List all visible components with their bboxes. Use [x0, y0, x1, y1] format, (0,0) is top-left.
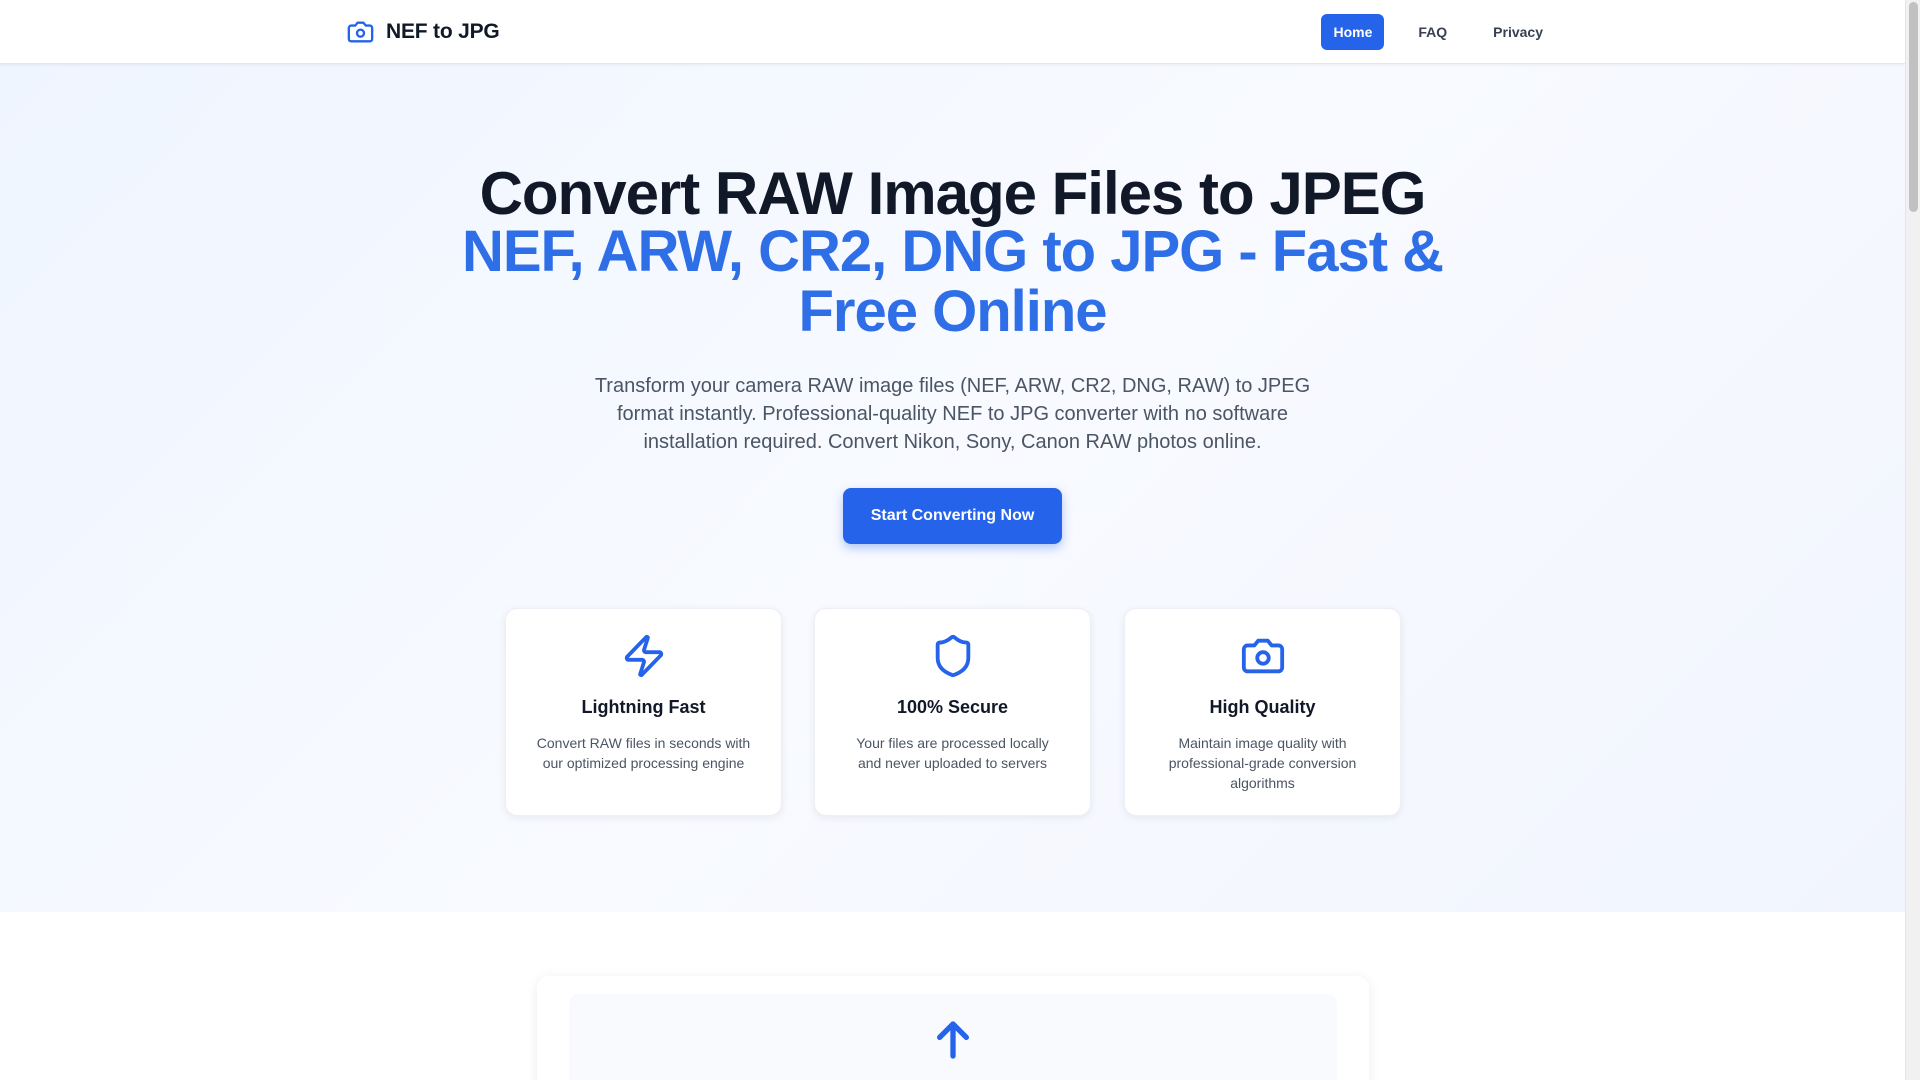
site-header: NEF to JPG Home FAQ Privacy: [0, 0, 1905, 64]
feature-description: Maintain image quality with professional…: [1168, 735, 1357, 791]
start-converting-button[interactable]: Start Converting Now: [843, 488, 1062, 544]
shield-icon: [935, 634, 970, 678]
hero-subtitle: NEF, ARW, CR2, DNG to JPG - Fast & Free …: [461, 219, 1444, 344]
feature-title: High Quality: [1209, 697, 1316, 717]
page-scrollbar[interactable]: [1905, 0, 1920, 1080]
main-nav: Home FAQ Privacy: [1311, 14, 1555, 50]
logo[interactable]: NEF to JPG: [345, 18, 500, 46]
feature-card-secure: 100% Secure Your files are processed loc…: [814, 608, 1091, 816]
upload-dropzone[interactable]: [569, 994, 1337, 1080]
logo-text: NEF to JPG: [386, 20, 500, 43]
nav-home[interactable]: Home: [1321, 14, 1385, 50]
hero-description: Transform your camera RAW image files (N…: [594, 375, 1311, 453]
lightning-icon: [624, 634, 663, 678]
upload-panel: [537, 976, 1369, 1080]
page: NEF to JPG Home FAQ Privacy Convert RAW …: [0, 0, 1905, 1080]
nav-faq[interactable]: FAQ: [1406, 14, 1459, 50]
feature-card-quality: High Quality Maintain image quality with…: [1124, 608, 1401, 816]
feature-description: Convert RAW files in seconds with our op…: [536, 735, 751, 771]
feature-cards: Lightning Fast Convert RAW files in seco…: [505, 608, 1401, 816]
camera-icon: [1241, 638, 1284, 674]
feature-description: Your files are processed locally and nev…: [856, 735, 1049, 771]
upload-arrow-icon: [937, 1021, 969, 1059]
hero-section: Convert RAW Image Files to JPEG NEF, ARW…: [0, 64, 1905, 912]
feature-title: 100% Secure: [896, 697, 1009, 717]
camera-icon: [347, 21, 374, 43]
feature-title: Lightning Fast: [581, 697, 706, 717]
feature-card-fast: Lightning Fast Convert RAW files in seco…: [505, 608, 782, 816]
nav-privacy[interactable]: Privacy: [1481, 14, 1555, 50]
scrollbar-thumb[interactable]: [1909, 2, 1918, 212]
